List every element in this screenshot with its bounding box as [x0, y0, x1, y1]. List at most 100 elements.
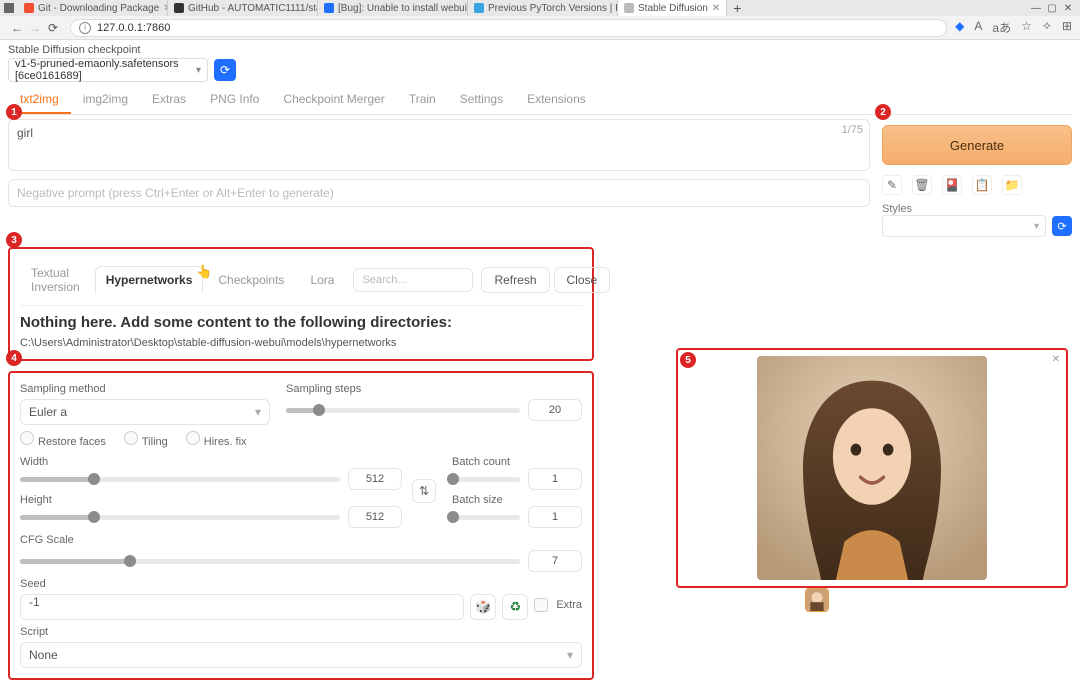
annotation-badge: 4	[6, 350, 22, 366]
extra-networks-panel: Textual Inversion Hypernetworks Checkpoi…	[8, 247, 594, 361]
chevron-down-icon: ▾	[255, 405, 261, 419]
collections-icon[interactable]: ✧	[1042, 19, 1052, 36]
tab-extensions[interactable]: Extensions	[515, 86, 598, 114]
window-minimize-icon[interactable]: —	[1028, 3, 1044, 14]
height-slider[interactable]	[20, 515, 340, 520]
random-seed-button[interactable]: 🎲	[470, 594, 496, 620]
tab-favicon	[624, 3, 634, 13]
sampling-steps-label: Sampling steps	[286, 383, 582, 395]
tab-extras[interactable]: Extras	[140, 86, 198, 114]
extensions-icon[interactable]: ⊞	[1062, 19, 1072, 36]
sampling-method-label: Sampling method	[20, 383, 270, 395]
negative-prompt-input[interactable]: Negative prompt (press Ctrl+Enter or Alt…	[8, 179, 870, 207]
output-thumbnail[interactable]	[805, 588, 829, 612]
checkpoint-select[interactable]: v1-5-pruned-emaonly.safetensors [6ce0161…	[8, 58, 208, 82]
batch-size-value[interactable]: 1	[528, 506, 582, 528]
height-value[interactable]: 512	[348, 506, 402, 528]
cfg-value[interactable]: 7	[528, 550, 582, 572]
tag-icon[interactable]: ◆	[955, 19, 964, 36]
seed-input[interactable]: -1	[20, 594, 464, 620]
styles-refresh-button[interactable]: ⟳	[1052, 216, 1072, 236]
tiling-checkbox[interactable]: Tiling	[124, 431, 168, 448]
arrow-icon[interactable]: ✎	[882, 175, 902, 195]
forward-button[interactable]: →	[26, 19, 44, 37]
extra-search-input[interactable]: Search...	[353, 268, 473, 292]
tab-title: Stable Diffusion	[638, 3, 708, 14]
save-icon[interactable]: 📁	[1002, 175, 1022, 195]
tab-title: [Bug]: Unable to install webui d…	[338, 3, 468, 14]
close-icon[interactable]: ✕	[1052, 354, 1060, 365]
cfg-slider[interactable]	[20, 559, 520, 564]
annotation-badge: 2	[875, 104, 891, 120]
browser-tab[interactable]: Previous PyTorch Versions | PyT…✕	[468, 0, 618, 16]
address-bar: ← → ⟳ i 127.0.0.1:7860 ◆ A aあ ☆ ✧ ⊞	[0, 16, 1080, 40]
browser-tab[interactable]: GitHub - AUTOMATIC1111/stab…✕	[168, 0, 318, 16]
back-button[interactable]: ←	[8, 19, 26, 37]
batch-count-label: Batch count	[452, 456, 510, 468]
styles-select[interactable]: ▾	[882, 215, 1046, 237]
sampling-method-select[interactable]: Euler a ▾	[20, 399, 270, 425]
negative-prompt-placeholder: Negative prompt (press Ctrl+Enter or Alt…	[17, 186, 334, 200]
tab-train[interactable]: Train	[397, 86, 448, 114]
extra-tab-lora[interactable]: Lora	[299, 266, 345, 294]
extra-tab-textual-inversion[interactable]: Textual Inversion	[20, 259, 91, 301]
tab-favicon	[324, 3, 334, 13]
output-panel: ✕	[676, 348, 1068, 588]
prompt-input[interactable]: girl 1/75	[8, 119, 870, 171]
reload-button[interactable]: ⟳	[44, 19, 62, 37]
browser-tab[interactable]: Git - Downloading Package✕	[18, 0, 168, 16]
sampling-steps-slider[interactable]	[286, 408, 520, 413]
width-label: Width	[20, 456, 48, 468]
batch-size-label: Batch size	[452, 494, 582, 506]
checkpoint-refresh-button[interactable]: ⟳	[214, 59, 236, 81]
batch-count-value[interactable]: 1	[528, 468, 582, 490]
annotation-badge: 3	[6, 232, 22, 248]
url-input[interactable]: i 127.0.0.1:7860	[70, 19, 947, 37]
generate-button[interactable]: Generate	[882, 125, 1072, 165]
extra-networks-icon[interactable]: 🎴	[942, 175, 962, 195]
annotation-badge: 5	[680, 352, 696, 368]
width-value[interactable]: 512	[348, 468, 402, 490]
seed-label: Seed	[20, 578, 582, 590]
clipboard-icon[interactable]: 📋	[972, 175, 992, 195]
tab-img2img[interactable]: img2img	[71, 86, 140, 114]
restore-faces-checkbox[interactable]: Restore faces	[20, 431, 106, 448]
hires-fix-checkbox[interactable]: Hires. fix	[186, 431, 247, 448]
swap-dimensions-button[interactable]: ⇅	[412, 479, 436, 503]
tab-settings[interactable]: Settings	[448, 86, 515, 114]
new-tab-button[interactable]: +	[727, 0, 747, 16]
site-info-icon[interactable]: i	[79, 22, 91, 34]
extra-empty-path: C:\Users\Administrator\Desktop\stable-di…	[20, 337, 582, 349]
batch-size-slider[interactable]	[452, 515, 520, 520]
tab-checkpoint-merger[interactable]: Checkpoint Merger	[271, 86, 396, 114]
extra-tab-checkpoints[interactable]: Checkpoints	[207, 266, 295, 294]
reuse-seed-button[interactable]: ♻	[502, 594, 528, 620]
browser-tab-active[interactable]: Stable Diffusion ✕	[618, 0, 727, 16]
url-text: 127.0.0.1:7860	[97, 22, 170, 34]
favorites-icon[interactable]: ☆	[1021, 19, 1032, 36]
width-slider[interactable]	[20, 477, 340, 482]
browser-tab[interactable]: [Bug]: Unable to install webui d…✕	[318, 0, 468, 16]
sampling-steps-value[interactable]: 20	[528, 399, 582, 421]
tab-title: Git - Downloading Package	[38, 3, 159, 14]
text-size-icon[interactable]: A	[974, 19, 982, 36]
tab-favicon	[24, 3, 34, 13]
window-maximize-icon[interactable]: ▢	[1044, 3, 1060, 14]
window-close-icon[interactable]: ✕	[1060, 3, 1076, 14]
extra-empty-title: Nothing here. Add some content to the fo…	[20, 314, 582, 331]
output-image[interactable]	[757, 356, 987, 580]
token-count: 1/75	[842, 124, 863, 136]
browser-menu-icon[interactable]	[4, 3, 14, 13]
close-icon[interactable]: ✕	[712, 3, 720, 14]
batch-count-slider[interactable]	[452, 477, 520, 482]
tab-favicon	[474, 3, 484, 13]
extra-close-button[interactable]: Close	[554, 267, 611, 293]
extra-tab-hypernetworks[interactable]: Hypernetworks	[95, 266, 204, 294]
extra-seed-checkbox[interactable]: Extra	[534, 598, 582, 612]
read-aloud-icon[interactable]: aあ	[992, 19, 1011, 36]
tab-pnginfo[interactable]: PNG Info	[198, 86, 271, 114]
window-controls: — ▢ ✕	[1028, 3, 1076, 14]
script-select[interactable]: None ▾	[20, 642, 582, 668]
extra-refresh-button[interactable]: Refresh	[481, 267, 549, 293]
trash-icon[interactable]: 🗑	[912, 175, 932, 195]
